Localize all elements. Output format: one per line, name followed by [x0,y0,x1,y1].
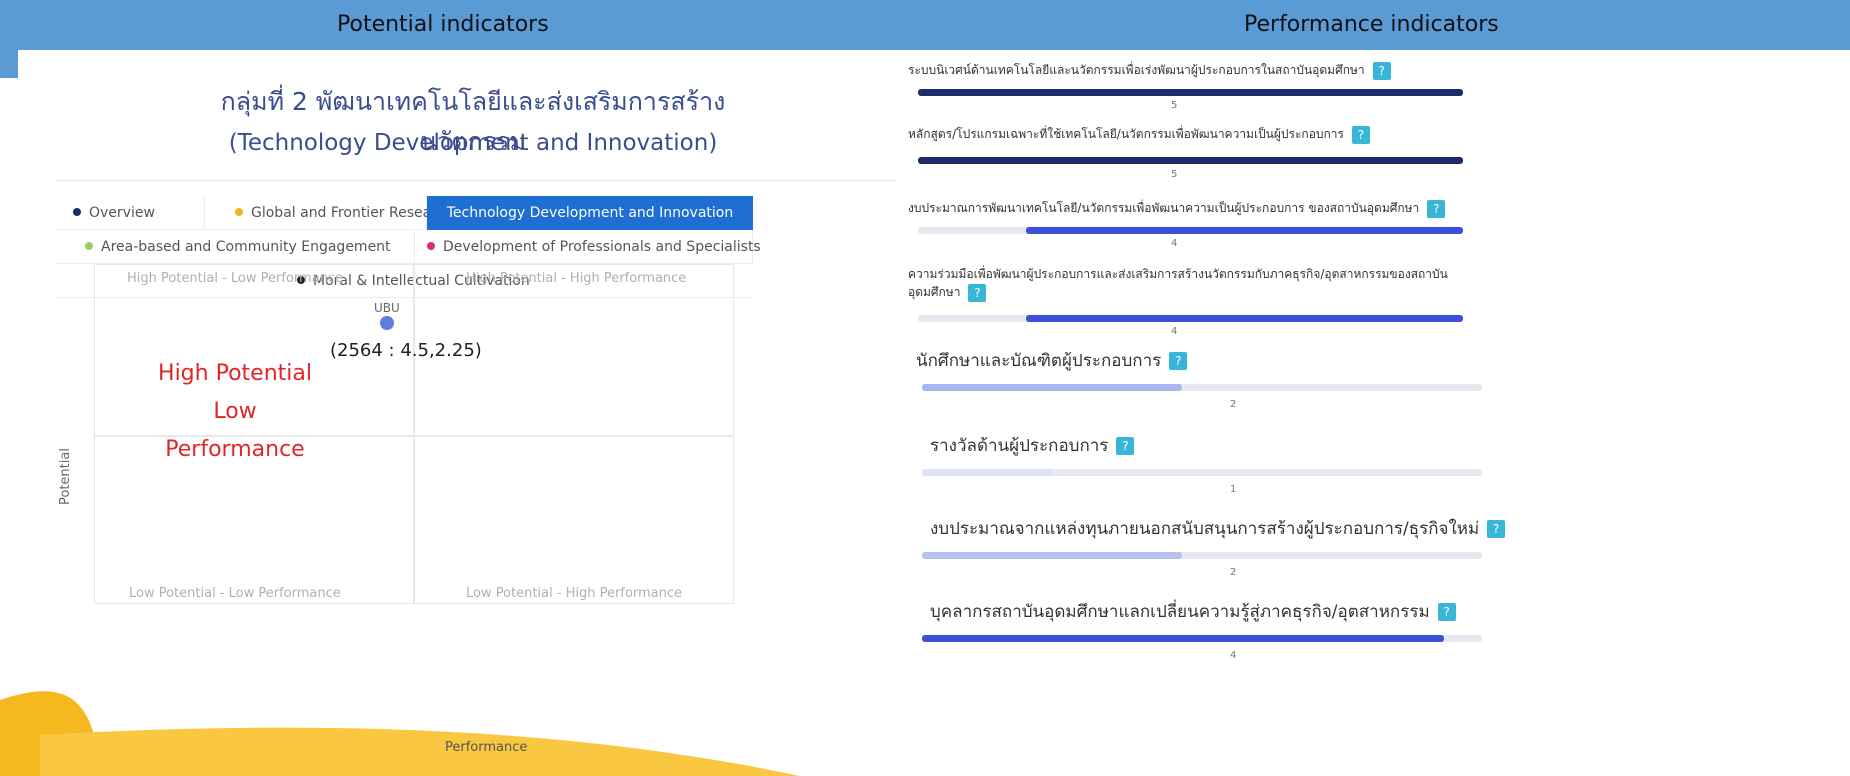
x-axis-label: Performance [445,740,528,755]
indicator-value: 5 [1171,100,1178,111]
indicator-bar [922,384,1482,391]
indicator-label: บุคลากรสถาบันอุดมศึกษาแลกเปลี่ยนความรู้ส… [908,598,1488,625]
indicator-label: งบประมาณการพัฒนาเทคโนโลยี/นวัตกรรมเพื่อพ… [908,199,1488,218]
help-icon[interactable]: ? [1427,199,1446,218]
indicator-bar-fill [922,384,1182,391]
quadrant-label: Low Potential - Low Performance [129,586,341,601]
indicator-item: รางวัลด้านผู้ประกอบการ? 1 [908,432,1488,495]
indicator-label: ระบบนิเวศน์ด้านเทคโนโลยีและนวัตกรรมเพื่อ… [908,61,1488,80]
indicator-bar-fill [918,89,1463,96]
data-point-label: UBU [374,301,400,315]
help-icon[interactable]: ? [1372,61,1391,80]
indicator-bar-fill [918,157,1463,164]
indicator-bar [918,227,1463,234]
indicator-bar-fill [922,635,1444,642]
tab-dot-icon [85,242,93,250]
indicator-bar-fill [1026,315,1463,322]
indicator-bar [922,469,1482,476]
annotation-line: Low Performance [165,399,305,462]
tab-dot-icon [73,208,81,216]
indicator-text: ระบบนิเวศน์ด้านเทคโนโลยีและนวัตกรรมเพื่อ… [908,63,1365,77]
quadrant-label: High Potential - Low Performance [127,271,344,286]
tab-label: Area-based and Community Engagement [101,239,391,255]
tab-dot-icon [235,208,243,216]
indicator-label: หลักสูตร/โปรแกรมเฉพาะที่ใช้เทคโนโลยี/นวั… [908,125,1488,144]
help-icon[interactable]: ? [1116,437,1135,455]
indicator-value: 2 [1230,399,1237,410]
indicator-bar-fill [922,552,1182,559]
indicator-value: 5 [1171,169,1178,180]
quadrant-low-potential-high-performance [414,436,734,604]
indicator-value: 4 [1171,326,1178,337]
indicator-value: 4 [1230,650,1237,661]
help-icon[interactable]: ? [1169,352,1188,370]
help-icon[interactable]: ? [1487,520,1506,538]
indicator-bar [918,89,1463,96]
indicator-label: รางวัลด้านผู้ประกอบการ? [908,432,1488,459]
indicator-text: ความร่วมมือเพื่อพัฒนาผู้ประกอบการและส่งเ… [908,267,1448,281]
indicator-value: 2 [1230,567,1237,578]
indicator-item: หลักสูตร/โปรแกรมเฉพาะที่ใช้เทคโนโลยี/นวั… [908,125,1488,180]
quadrant-label: Low Potential - High Performance [466,586,683,601]
indicator-label: งบประมาณจากแหล่งทุนภายนอกสนับสนุนการสร้า… [908,515,1506,542]
indicator-item: บุคลากรสถาบันอุดมศึกษาแลกเปลี่ยนความรู้ส… [908,598,1488,661]
indicator-bar-fill [922,469,1052,476]
tab-label: Development of Professionals and Special… [443,239,761,255]
help-icon[interactable]: ? [1351,125,1370,144]
tab-label: Global and Frontier Research [251,205,454,221]
tab-development-professionals[interactable]: Development of Professionals and Special… [415,230,761,264]
indicator-item: นักศึกษาและบัณฑิตผู้ประกอบการ? 2 [908,347,1488,410]
header-bar: Potential indicators Performance indicat… [0,0,1850,50]
indicator-text: บุคลากรสถาบันอุดมศึกษาแลกเปลี่ยนความรู้ส… [930,602,1430,622]
indicator-text: งบประมาณการพัฒนาเทคโนโลยี/นวัตกรรมเพื่อพ… [908,201,1420,215]
data-point-coords: (2564 : 4.5,2.25) [330,340,482,361]
tab-global-frontier-research[interactable]: Global and Frontier Research [205,196,453,230]
header-edge-strip [0,50,18,78]
indicator-bar [918,157,1463,164]
indicator-bar [922,552,1482,559]
data-point-ubu[interactable] [380,316,394,330]
tab-label: Technology Development and Innovation [446,205,734,221]
indicator-label: นักศึกษาและบัณฑิตผู้ประกอบการ? [908,347,1488,374]
performance-indicators-title: Performance indicators [1244,12,1499,37]
indicator-text: อุดมศึกษา [908,285,961,299]
performance-indicators-list: ระบบนิเวศน์ด้านเทคโนโลยีและนวัตกรรมเพื่อ… [908,55,1506,776]
indicator-label: ความร่วมมือเพื่อพัฒนาผู้ประกอบการและส่งเ… [908,265,1488,302]
indicator-text: งบประมาณจากแหล่งทุนภายนอกสนับสนุนการสร้า… [930,519,1480,539]
indicator-item: ความร่วมมือเพื่อพัฒนาผู้ประกอบการและส่งเ… [908,265,1488,337]
y-axis-label: Potential [58,448,73,505]
quadrant-annotation: High Potential Low Performance [150,355,320,469]
group-title-english: (Technology Development and Innovation) [228,130,718,156]
tab-dot-icon [427,242,435,250]
indicator-bar [922,635,1482,642]
slide: Potential indicators Performance indicat… [0,0,1850,776]
indicator-value: 4 [1171,238,1178,249]
tab-label: Overview [89,205,155,221]
indicator-item: งบประมาณจากแหล่งทุนภายนอกสนับสนุนการสร้า… [908,515,1506,578]
indicator-bar-fill [1026,227,1463,234]
tab-area-based-community[interactable]: Area-based and Community Engagement [55,230,415,264]
tab-technology-development-innovation[interactable]: Technology Development and Innovation [427,196,753,230]
indicator-item: งบประมาณการพัฒนาเทคโนโลยี/นวัตกรรมเพื่อพ… [908,199,1488,249]
indicator-item: ระบบนิเวศน์ด้านเทคโนโลยีและนวัตกรรมเพื่อ… [908,61,1488,111]
help-icon[interactable]: ? [968,283,987,302]
indicator-value: 1 [1230,484,1237,495]
quadrant-label: High Potential - High Performance [466,271,687,286]
help-icon[interactable]: ? [1437,603,1456,621]
indicator-text: รางวัลด้านผู้ประกอบการ [930,436,1109,456]
potential-indicators-title: Potential indicators [337,12,549,37]
annotation-line: High Potential [158,361,312,386]
indicator-text: หลักสูตร/โปรแกรมเฉพาะที่ใช้เทคโนโลยี/นวั… [908,127,1344,141]
tab-overview[interactable]: Overview [55,196,205,230]
indicator-bar [918,315,1463,322]
indicator-text: นักศึกษาและบัณฑิตผู้ประกอบการ [916,351,1162,371]
